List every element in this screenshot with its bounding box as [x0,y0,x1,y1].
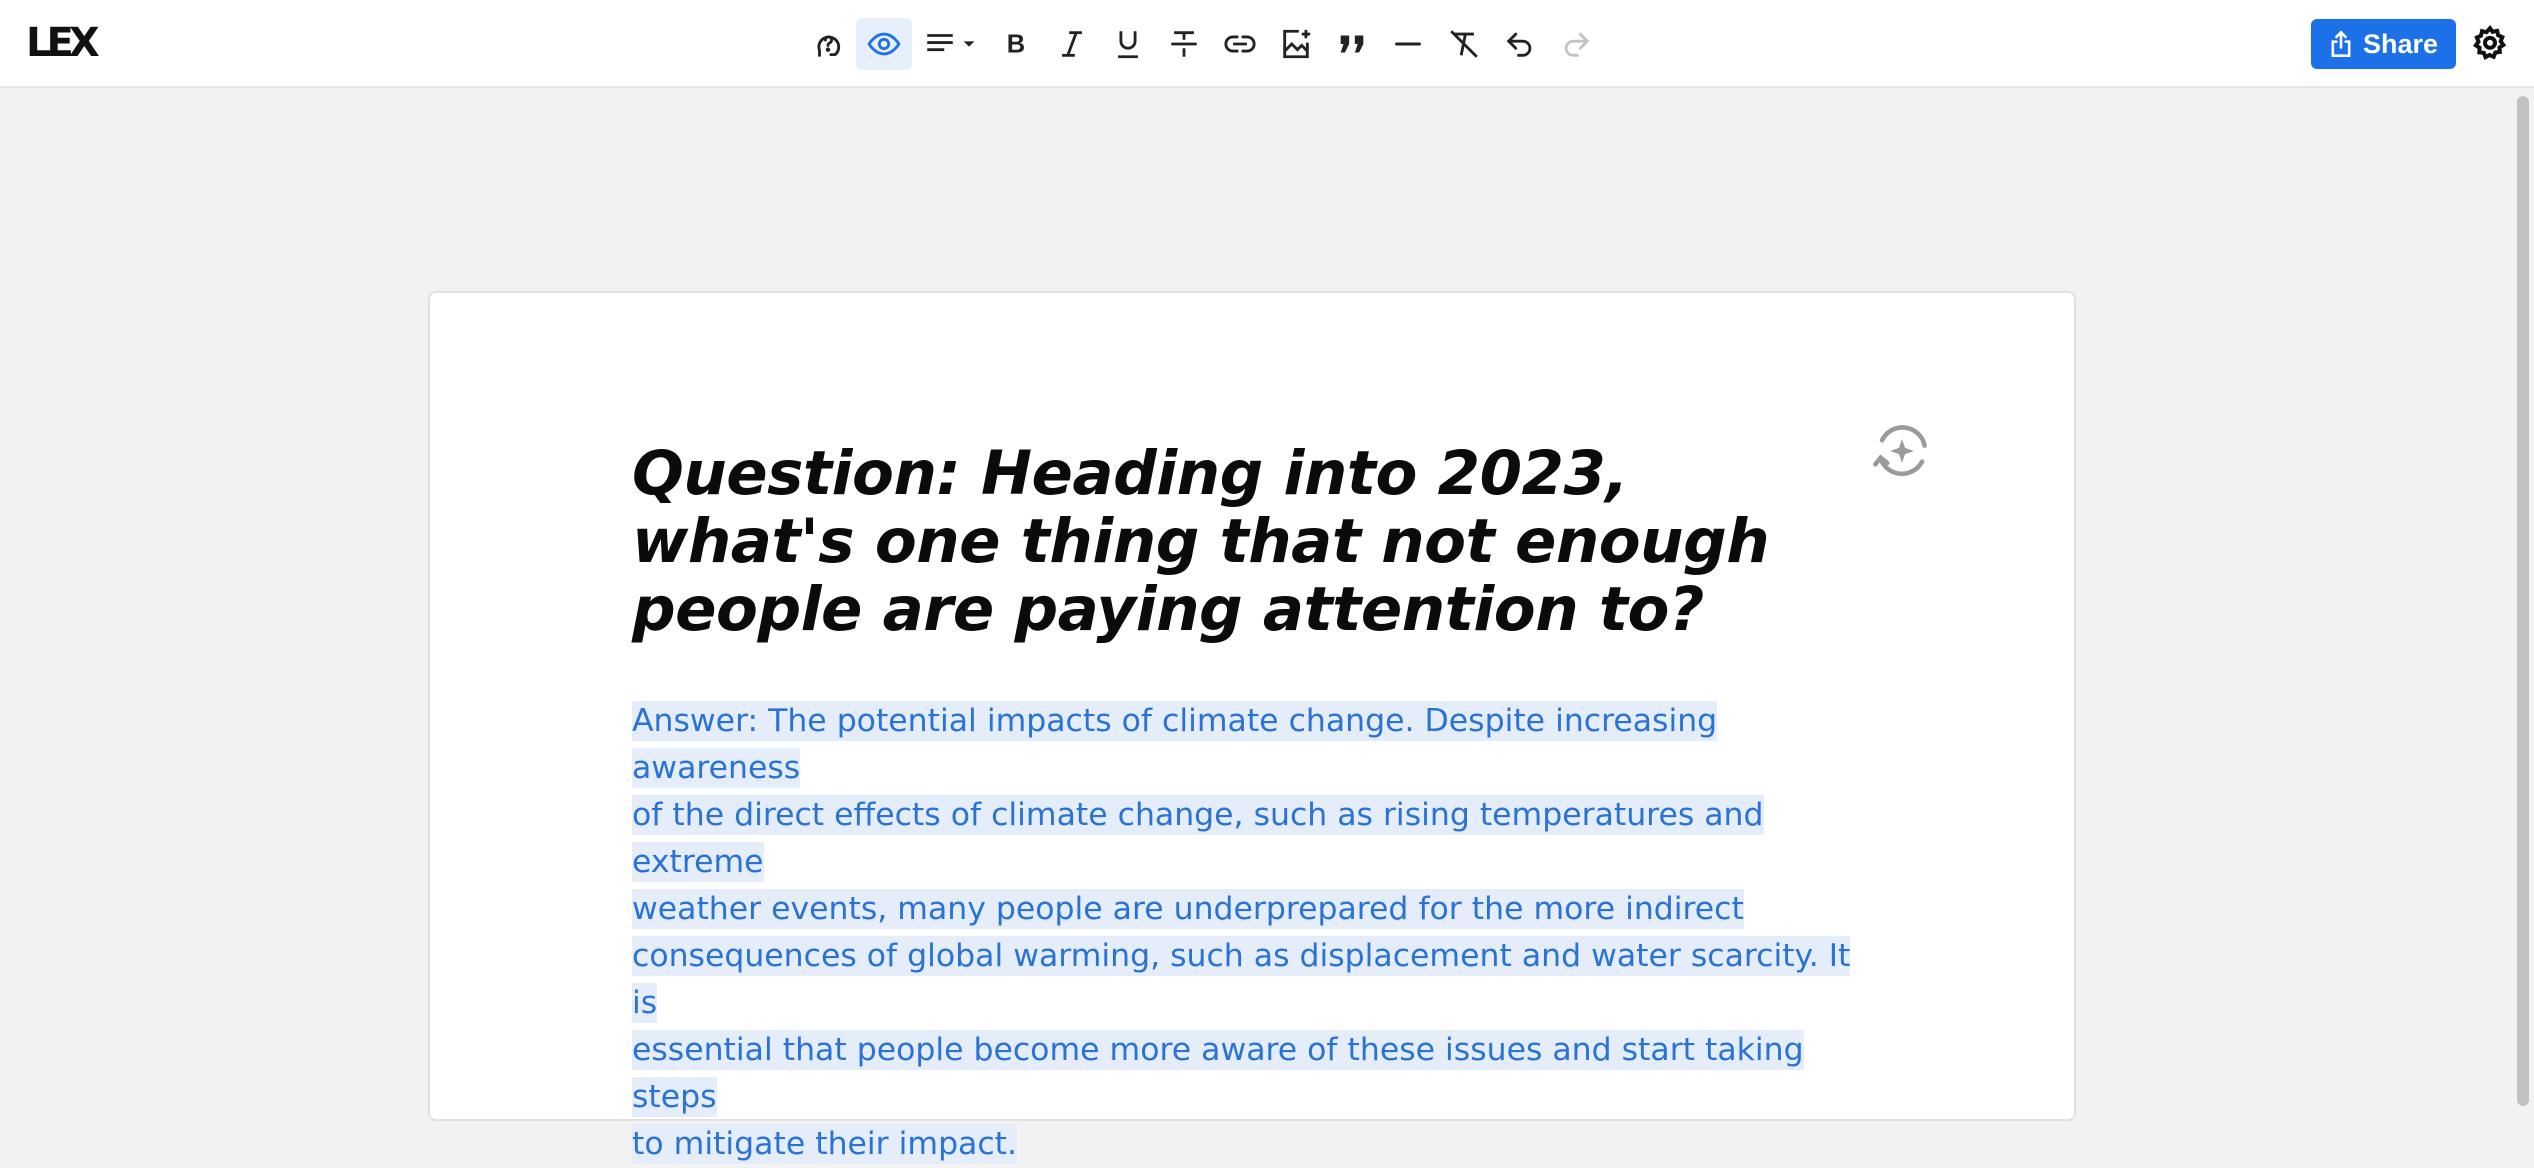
redo-icon [1564,32,1590,57]
answer-line: to mitigate their impact. [632,1124,1018,1164]
undo-icon [1506,32,1532,57]
answer-line: weather events, many people are underpre… [632,889,1744,929]
underline-icon [1118,31,1138,59]
gear-icon[interactable] [2470,24,2510,64]
answer-line: Answer: The potential impacts of climate… [632,701,1718,788]
share-icon [2331,30,2351,57]
italic-icon [1062,31,1082,57]
scrollbar-thumb[interactable] [2517,96,2529,1106]
horizontal-rule-button[interactable] [1380,18,1436,70]
vertical-scrollbar[interactable] [2512,90,2534,1106]
quote-button[interactable] [1324,18,1380,70]
share-label: Share [2362,28,2439,59]
insert-image-icon [1283,29,1311,59]
link-icon [1224,35,1256,53]
link-button[interactable] [1212,18,1268,70]
italic-button[interactable] [1044,18,1100,70]
undo-button[interactable] [1492,18,1548,70]
align-dropdown-button[interactable] [912,18,988,70]
quote-icon [1340,35,1364,53]
ask-question-button[interactable] [800,18,856,70]
answer-line: of the direct effects of climate change,… [632,795,1764,882]
align-left-icon [927,34,953,52]
formatting-toolbar: B [800,16,1604,72]
clear-formatting-icon [1450,30,1478,58]
document-title[interactable]: Question: Heading into 2023, what's one … [632,440,1782,644]
underline-button[interactable] [1100,18,1156,70]
redo-button[interactable] [1548,18,1604,70]
clear-formatting-button[interactable] [1436,18,1492,70]
strikethrough-button[interactable] [1156,18,1212,70]
app-logo[interactable]: LEX [26,20,100,66]
chevron-down-icon [963,41,975,47]
ask-question-icon [817,35,841,57]
top-bar: LEX B Share [0,0,2534,88]
document-answer-paragraph[interactable]: Answer: The potential impacts of climate… [632,698,1882,1168]
bold-icon: B [1007,31,1025,59]
bold-button[interactable]: B [988,18,1044,70]
preview-toggle-button[interactable] [856,18,912,70]
svg-text:B: B [1007,31,1025,59]
strikethrough-icon [1171,31,1197,57]
ai-regenerate-icon[interactable] [1870,419,1934,483]
share-button[interactable]: Share [2311,19,2456,69]
horizontal-rule-icon [1395,42,1421,46]
insert-image-button[interactable] [1268,18,1324,70]
eye-icon [867,32,901,56]
answer-line: consequences of global warming, such as … [632,936,1851,1023]
